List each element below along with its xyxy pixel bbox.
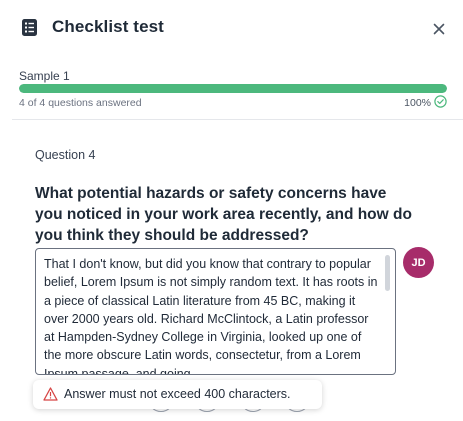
error-text: Answer must not exceed 400 characters. [64,387,291,401]
divider [12,119,463,120]
progress-percent: 100% [404,97,431,109]
sample-label: Sample 1 [19,69,70,83]
answer-text: That I don't know, but did you know that… [44,257,378,375]
avatar-initials: JD [411,256,426,269]
scrollbar-thumb[interactable] [385,255,390,291]
error-message: Answer must not exceed 400 characters. [33,380,322,409]
progress-bar [19,84,447,93]
questions-answered-text: 4 of 4 questions answered [19,97,142,109]
avatar: JD [403,247,434,278]
question-number: Question 4 [35,148,96,162]
dialog-header: Checklist test [0,0,463,56]
dialog-title: Checklist test [52,17,164,36]
close-icon[interactable] [429,19,449,39]
progress-bar-fill [19,84,447,93]
checklist-icon [22,19,37,36]
check-circle-icon [434,95,447,108]
warning-icon [43,387,58,401]
question-text: What potential hazards or safety concern… [35,185,412,244]
answer-textarea[interactable]: That I don't know, but did you know that… [35,248,396,375]
